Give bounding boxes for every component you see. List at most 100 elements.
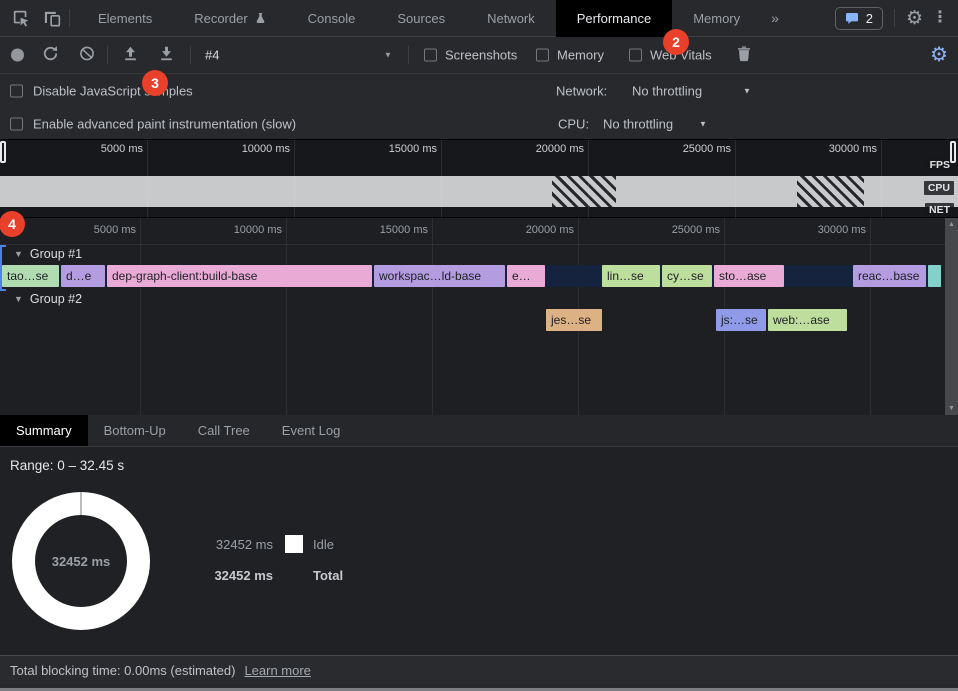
- tab-console[interactable]: Console: [287, 0, 377, 37]
- details-tabbar: SummaryBottom-UpCall TreeEvent Log: [0, 415, 958, 447]
- checkbox-label: Screenshots: [445, 48, 517, 63]
- flame-tick-label: 15000 ms: [354, 224, 428, 236]
- settings-gear-icon[interactable]: ⚙: [906, 9, 923, 28]
- timeline-overview[interactable]: 5000 ms10000 ms15000 ms20000 ms25000 ms3…: [0, 140, 958, 218]
- tab-recorder[interactable]: Recorder: [173, 0, 286, 37]
- network-label: Network:: [556, 83, 607, 98]
- flame-bar[interactable]: d…e: [61, 265, 105, 287]
- flame-tick-label: 25000 ms: [646, 224, 720, 236]
- flame-gridline: [870, 218, 871, 415]
- tab-memory[interactable]: Memory: [672, 0, 761, 37]
- overview-tick-label: 30000 ms: [803, 143, 877, 155]
- inspect-element-icon[interactable]: [11, 8, 31, 28]
- checkbox-memory[interactable]: Memory: [536, 48, 604, 63]
- flame-bar[interactable]: workspac…ld-base: [374, 265, 505, 287]
- network-select-arrow[interactable]: ▼: [743, 86, 751, 95]
- panel-tabs: Elements Recorder Console Sources NetworkPer…: [77, 0, 761, 37]
- flame-scrollbar[interactable]: ▲ ▼: [945, 218, 958, 415]
- legend-row-total: 32452 ms Total: [193, 566, 343, 584]
- tab-summary[interactable]: Summary: [0, 415, 88, 446]
- save-profile-button[interactable]: [158, 45, 175, 65]
- scroll-up-icon[interactable]: ▲: [948, 221, 955, 228]
- cpu-activity-band: [0, 176, 958, 207]
- group-label: Group #1: [30, 247, 82, 261]
- cpu-hatch-region: [552, 176, 616, 207]
- tab-label: Recorder: [194, 11, 247, 26]
- divider: [894, 9, 895, 27]
- scroll-down-icon[interactable]: ▼: [948, 405, 955, 412]
- window-bottom-edge: [0, 684, 958, 691]
- kebab-menu-icon[interactable]: ⋮: [932, 10, 948, 26]
- cpu-throttling-select[interactable]: No throttling: [603, 116, 673, 131]
- legend-label: Total: [313, 568, 343, 583]
- tab-label: Elements: [98, 11, 152, 26]
- checkbox-advanced-paint[interactable]: Enable advanced paint instrumentation (s…: [10, 116, 296, 131]
- capture-settings-gear-icon[interactable]: ⚙: [930, 45, 948, 65]
- flame-bar[interactable]: web:…ase: [768, 309, 847, 331]
- flame-bar[interactable]: dep-graph-client:build-base: [107, 265, 372, 287]
- tab-performance[interactable]: Performance: [556, 0, 672, 37]
- device-toolbar-icon[interactable]: [42, 8, 62, 28]
- overview-gridline: [441, 140, 442, 218]
- more-tabs-button[interactable]: »: [761, 11, 789, 25]
- tab-sources[interactable]: Sources: [376, 0, 466, 37]
- tab-call-tree[interactable]: Call Tree: [182, 415, 266, 446]
- flame-chart[interactable]: ▲ ▼ 5000 ms10000 ms15000 ms20000 ms25000…: [0, 218, 958, 415]
- reload-and-record-button[interactable]: [42, 45, 59, 65]
- trash-icon[interactable]: [737, 46, 751, 65]
- flame-bar[interactable]: tao…se: [2, 265, 59, 287]
- legend-swatch: [285, 535, 303, 553]
- chevron-down-icon: ▼: [14, 249, 23, 259]
- overview-right-handle[interactable]: [950, 141, 956, 163]
- step-badge-2: 2: [663, 29, 689, 55]
- devtools-window: Elements Recorder Console Sources NetworkPer…: [0, 0, 958, 691]
- flame-bar[interactable]: reac…base: [853, 265, 926, 287]
- flame-bar[interactable]: cy…se: [662, 265, 712, 287]
- checkbox-label: Memory: [557, 48, 604, 63]
- lane-label-cpu: CPU: [924, 181, 954, 195]
- tab-network[interactable]: Network: [466, 0, 556, 37]
- flame-bar[interactable]: js:…se: [716, 309, 766, 331]
- performance-toolbar: #4 ▼ ⚙ ScreenshotsMemoryWeb Vitals: [0, 37, 958, 74]
- divider: [408, 46, 409, 64]
- checkbox-box: [424, 49, 437, 62]
- donut-total-label: 32452 ms: [52, 554, 111, 569]
- chevron-down-icon: ▼: [14, 294, 23, 304]
- group-header-group-1[interactable]: ▼ Group #1: [14, 245, 82, 263]
- checkbox-screenshots[interactable]: Screenshots: [424, 48, 517, 63]
- overview-gridline: [294, 140, 295, 218]
- cpu-select-arrow[interactable]: ▼: [699, 119, 707, 128]
- flame-bar[interactable]: lin…se: [602, 265, 660, 287]
- flame-bar[interactable]: jes…se: [546, 309, 602, 331]
- learn-more-link[interactable]: Learn more: [244, 663, 310, 678]
- overview-left-handle[interactable]: [0, 141, 6, 163]
- group-label: Group #2: [30, 292, 82, 306]
- issues-chip[interactable]: 2: [835, 7, 883, 30]
- group-header-group-2[interactable]: ▼ Group #2: [14, 290, 82, 308]
- tab-elements[interactable]: Elements: [77, 0, 173, 37]
- tab-event-log[interactable]: Event Log: [266, 415, 357, 446]
- summary-legend: 32452 msIdle32452 msTotal: [193, 535, 343, 584]
- checkbox-label: Enable advanced paint instrumentation (s…: [33, 116, 296, 131]
- flame-bar[interactable]: e…: [507, 265, 545, 287]
- tab-label: Sources: [397, 11, 445, 26]
- load-profile-button[interactable]: [122, 45, 139, 65]
- tabbar-right-cluster: 2 ⚙ ⋮: [835, 7, 948, 30]
- group-selection-bracket: [0, 245, 6, 291]
- flame-gridline: [432, 218, 433, 415]
- record-button[interactable]: [11, 49, 24, 62]
- flame-tick-label: 5000 ms: [62, 224, 136, 236]
- legend-value: 32452 ms: [193, 568, 273, 583]
- flame-bar[interactable]: [928, 265, 941, 287]
- step-badge-3: 3: [142, 70, 168, 96]
- overview-gridline: [588, 140, 589, 218]
- network-throttling-select[interactable]: No throttling: [632, 83, 702, 98]
- tab-label: Memory: [693, 11, 740, 26]
- flame-bar[interactable]: sto…ase: [714, 265, 784, 287]
- history-dropdown[interactable]: #4: [205, 48, 219, 63]
- clear-button[interactable]: [79, 46, 95, 65]
- history-dropdown-arrow[interactable]: ▼: [384, 51, 392, 60]
- step-badge-4: 4: [0, 211, 25, 237]
- tab-bottom-up[interactable]: Bottom-Up: [88, 415, 182, 446]
- summary-donut-chart: 32452 ms: [12, 492, 150, 630]
